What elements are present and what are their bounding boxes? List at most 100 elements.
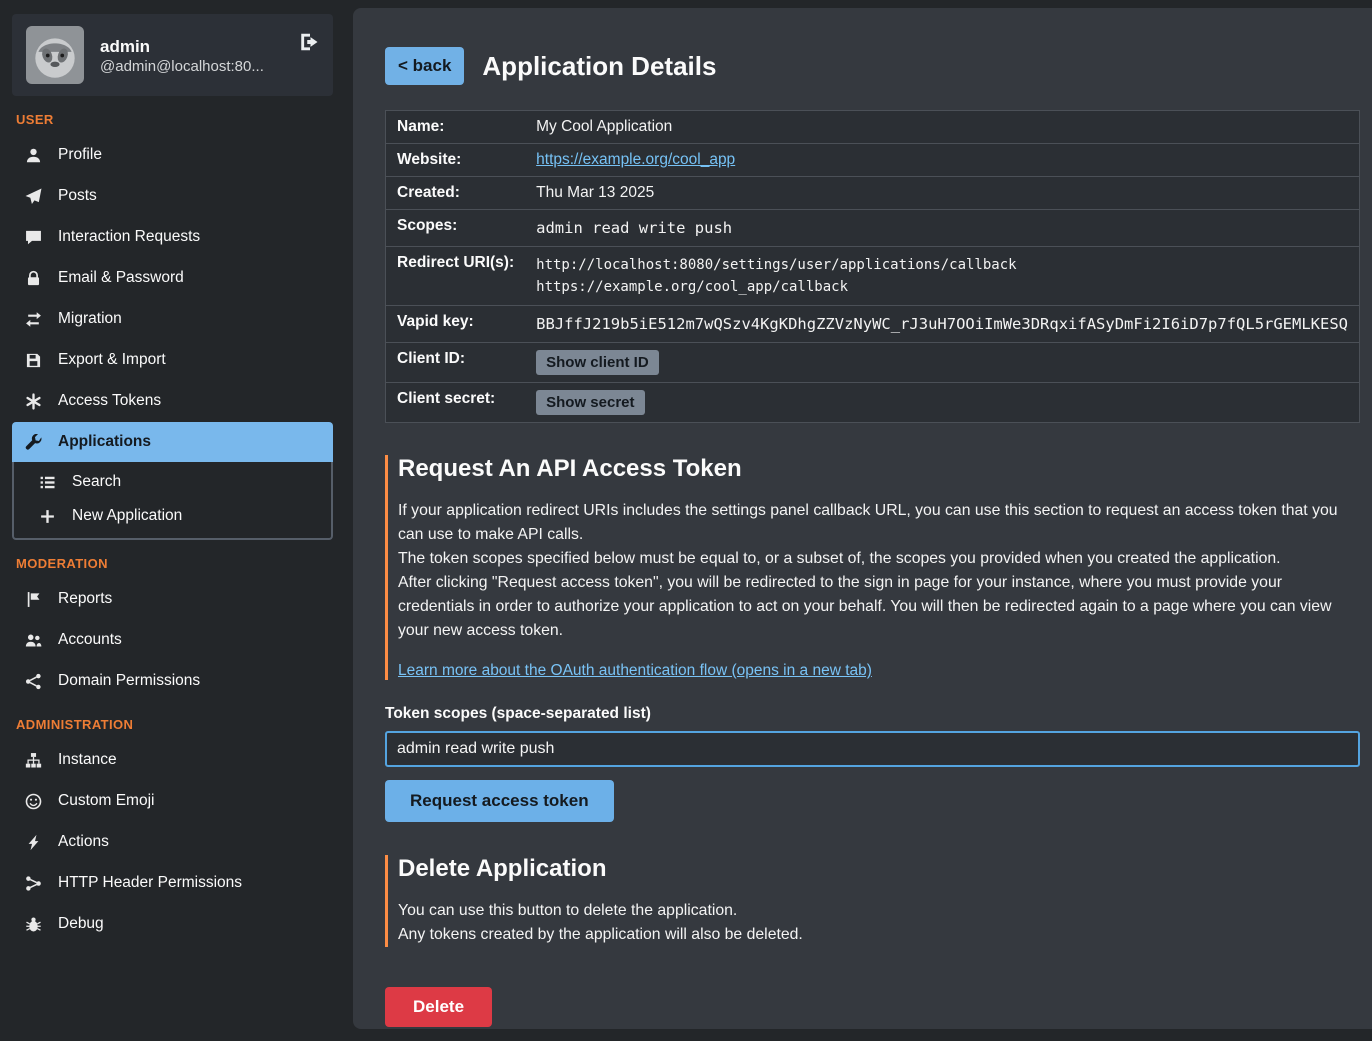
sidebar-item-applications[interactable]: Applications <box>12 422 333 462</box>
lock-icon <box>24 270 43 287</box>
sidebar-item-label: Reports <box>58 590 112 608</box>
sidebar-item-export-import[interactable]: Export & Import <box>12 340 333 380</box>
sitemap-icon <box>24 752 43 769</box>
sidebar-item-label: Applications <box>58 433 151 451</box>
token-scopes-label: Token scopes (space-separated list) <box>385 705 1360 723</box>
comment-icon <box>24 229 43 246</box>
table-row: Website: https://example.org/cool_app <box>386 144 1360 177</box>
sidebar-item-interaction-requests[interactable]: Interaction Requests <box>12 217 333 257</box>
table-row: Created: Thu Mar 13 2025 <box>386 177 1360 210</box>
sidebar-item-label: Migration <box>58 310 122 328</box>
sidebar-item-access-tokens[interactable]: Access Tokens <box>12 381 333 421</box>
oauth-docs-link[interactable]: Learn more about the OAuth authenticatio… <box>398 662 872 680</box>
detail-label: Scopes: <box>386 210 526 247</box>
request-token-paragraph: After clicking "Request access token", y… <box>398 571 1360 643</box>
section-label-administration: ADMINISTRATION <box>16 717 329 732</box>
sidebar-item-applications-search[interactable]: Search <box>14 465 331 499</box>
sidebar-item-label: Access Tokens <box>58 392 161 410</box>
application-details-panel: < back Application Details Name: My Cool… <box>353 8 1372 1029</box>
delete-application-heading: Delete Application <box>398 855 1360 883</box>
page-title: Application Details <box>482 51 716 82</box>
created-date-value: Thu Mar 13 2025 <box>525 177 1359 210</box>
transfer-arrows-icon <box>24 311 43 328</box>
sidebar-item-label: Custom Emoji <box>58 792 154 810</box>
sidebar-item-label: Accounts <box>58 631 122 649</box>
table-row: Vapid key: BBJffJ219b5iE512m7wQSzv4KgKDh… <box>386 306 1360 343</box>
detail-label: Redirect URI(s): <box>386 247 526 306</box>
detail-label: Name: <box>386 111 526 144</box>
detail-label: Client secret: <box>386 383 526 423</box>
logout-button[interactable] <box>297 30 321 54</box>
sidebar: admin @admin@localhost:80... USER Profil… <box>0 0 345 1041</box>
request-token-paragraph: If your application redirect URIs includ… <box>398 499 1360 547</box>
delete-application-line: Any tokens created by the application wi… <box>398 923 1360 947</box>
sidebar-item-label: Debug <box>58 915 104 933</box>
sidebar-item-label: Export & Import <box>58 351 166 369</box>
list-icon <box>38 474 57 491</box>
vapid-key-value: BBJffJ219b5iE512m7wQSzv4KgKDhgZZVzNyWC_r… <box>525 306 1359 343</box>
sidebar-item-label: HTTP Header Permissions <box>58 874 242 892</box>
application-details-table: Name: My Cool Application Website: https… <box>385 110 1360 423</box>
show-client-id-button[interactable]: Show client ID <box>536 350 659 375</box>
request-token-heading: Request An API Access Token <box>398 455 1360 483</box>
scopes-value: admin read write push <box>525 210 1359 247</box>
network-icon <box>24 875 43 892</box>
sidebar-item-label: Profile <box>58 146 102 164</box>
application-name-value: My Cool Application <box>525 111 1359 144</box>
floppy-disk-icon <box>24 352 43 369</box>
table-row: Client secret: Show secret <box>386 383 1360 423</box>
delete-button[interactable]: Delete <box>385 987 492 1027</box>
website-link[interactable]: https://example.org/cool_app <box>536 151 735 168</box>
request-token-paragraph: The token scopes specified below must be… <box>398 547 1360 571</box>
sidebar-item-posts[interactable]: Posts <box>12 176 333 216</box>
bug-icon <box>24 916 43 933</box>
section-label-moderation: MODERATION <box>16 556 329 571</box>
user-icon <box>24 147 43 164</box>
back-button[interactable]: < back <box>385 47 464 85</box>
sidebar-item-email-password[interactable]: Email & Password <box>12 258 333 298</box>
table-row: Client ID: Show client ID <box>386 343 1360 383</box>
sidebar-item-label: Domain Permissions <box>58 672 200 690</box>
sidebar-item-label: Search <box>72 473 121 491</box>
sidebar-item-label: Instance <box>58 751 117 769</box>
applications-nav-group: Applications Search New Application <box>12 422 333 540</box>
token-scopes-input[interactable] <box>385 731 1360 767</box>
sidebar-item-migration[interactable]: Migration <box>12 299 333 339</box>
sidebar-item-label: Actions <box>58 833 109 851</box>
smiley-icon <box>24 793 43 810</box>
flag-icon <box>24 591 43 608</box>
sidebar-item-reports[interactable]: Reports <box>12 579 333 619</box>
request-token-section: Request An API Access Token If your appl… <box>385 455 1360 680</box>
main-outer: < back Application Details Name: My Cool… <box>345 0 1372 1041</box>
delete-application-section: Delete Application You can use this butt… <box>385 855 1360 947</box>
sidebar-item-http-header-permissions[interactable]: HTTP Header Permissions <box>12 863 333 903</box>
asterisk-icon <box>24 393 43 410</box>
sign-out-icon <box>299 32 319 52</box>
sidebar-item-instance[interactable]: Instance <box>12 740 333 780</box>
sidebar-item-label: Email & Password <box>58 269 184 287</box>
detail-label: Created: <box>386 177 526 210</box>
sidebar-item-new-application[interactable]: New Application <box>14 499 331 533</box>
bolt-icon <box>24 834 43 851</box>
show-secret-button[interactable]: Show secret <box>536 390 644 415</box>
user-card[interactable]: admin @admin@localhost:80... <box>12 14 333 96</box>
redirect-uri-value: http://localhost:8080/settings/user/appl… <box>536 254 1348 276</box>
sidebar-item-label: Posts <box>58 187 97 205</box>
sidebar-item-domain-permissions[interactable]: Domain Permissions <box>12 661 333 701</box>
table-row: Scopes: admin read write push <box>386 210 1360 247</box>
sidebar-item-debug[interactable]: Debug <box>12 904 333 944</box>
sidebar-item-actions[interactable]: Actions <box>12 822 333 862</box>
section-label-user: USER <box>16 112 329 127</box>
wrench-icon <box>24 434 43 451</box>
applications-subnav: Search New Application <box>12 462 333 540</box>
paper-plane-icon <box>24 188 43 205</box>
sidebar-item-label: New Application <box>72 507 182 525</box>
sidebar-item-accounts[interactable]: Accounts <box>12 620 333 660</box>
detail-label: Website: <box>386 144 526 177</box>
table-row: Redirect URI(s): http://localhost:8080/s… <box>386 247 1360 306</box>
sidebar-item-custom-emoji[interactable]: Custom Emoji <box>12 781 333 821</box>
table-row: Name: My Cool Application <box>386 111 1360 144</box>
request-access-token-button[interactable]: Request access token <box>385 780 614 822</box>
sidebar-item-profile[interactable]: Profile <box>12 135 333 175</box>
avatar <box>26 26 84 84</box>
